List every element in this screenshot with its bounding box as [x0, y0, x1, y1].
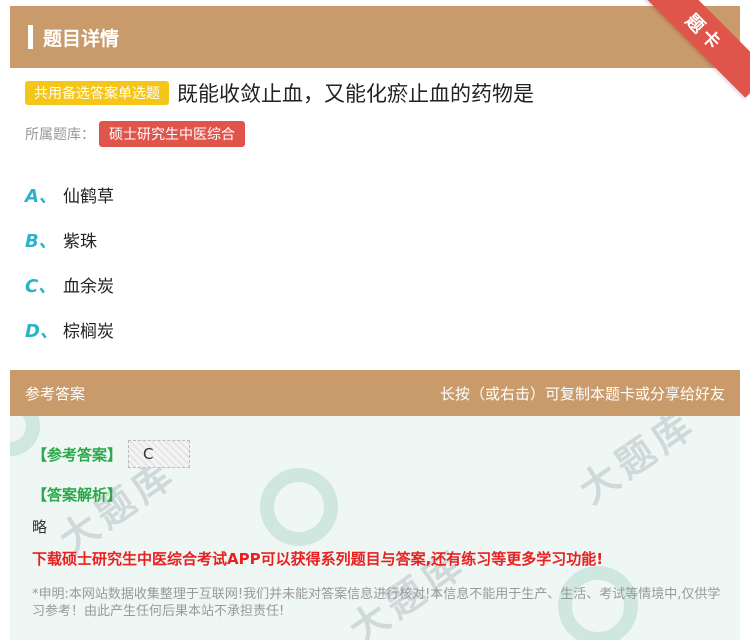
analysis-text: 略	[32, 518, 48, 536]
watermark-logo: 大题库	[571, 416, 705, 513]
header-bar: 题目详情	[10, 6, 740, 68]
answer-panel: 大题库 大题库 大题库 【参考答案】 C 【答案解析】 略 下载硕士研究生中医综…	[10, 416, 740, 640]
app-promo-text[interactable]: 下载硕士研究生中医综合考试APP可以获得系列题目与答案,还有练习等更多学习功能!	[32, 548, 603, 569]
question-line: 共用备选答案单选题 既能收敛止血，又能化瘀止血的药物是	[25, 78, 725, 108]
option-text: 紫珠	[63, 232, 97, 252]
disclaimer: *申明:本网站数据收集整理于互联网!我们并未能对答案信息进行核对!本信息不能用于…	[32, 587, 721, 619]
analysis-label: 【答案解析】	[32, 486, 123, 504]
option-text: 仙鹤草	[63, 187, 114, 207]
library-label: 所属题库：	[25, 127, 95, 143]
option-d[interactable]: D、 棕榈炭	[25, 307, 114, 352]
reference-answer-value: C	[128, 440, 191, 468]
option-letter: D、	[25, 320, 58, 342]
question-text: 既能收敛止血，又能化瘀止血的药物是	[177, 82, 534, 106]
library-tag[interactable]: 硕士研究生中医综合	[99, 121, 245, 147]
option-c[interactable]: C、 血余炭	[25, 262, 114, 307]
watermark-circle	[260, 468, 338, 546]
question-type-badge: 共用备选答案单选题	[25, 81, 169, 105]
option-letter: C、	[25, 275, 57, 297]
page-title: 题目详情	[43, 27, 120, 50]
option-text: 血余炭	[63, 277, 114, 297]
option-text: 棕榈炭	[63, 322, 114, 342]
share-hint: 长按（或右击）可复制本题卡或分享给好友	[439, 384, 725, 403]
option-a[interactable]: A、 仙鹤草	[25, 172, 114, 217]
option-b[interactable]: B、 紫珠	[25, 217, 114, 262]
header-accent	[28, 25, 33, 49]
option-letter: A、	[25, 185, 57, 207]
answer-bar-title: 参考答案	[25, 384, 86, 403]
option-letter: B、	[25, 230, 57, 252]
answer-bar: 参考答案 长按（或右击）可复制本题卡或分享给好友	[10, 370, 740, 416]
option-list: A、 仙鹤草 B、 紫珠 C、 血余炭 D、 棕榈炭	[25, 172, 114, 352]
reference-answer-label: 【参考答案】	[32, 445, 123, 464]
library-line: 所属题库： 硕士研究生中医综合	[25, 121, 245, 147]
reference-answer: 【参考答案】 C	[32, 440, 191, 468]
